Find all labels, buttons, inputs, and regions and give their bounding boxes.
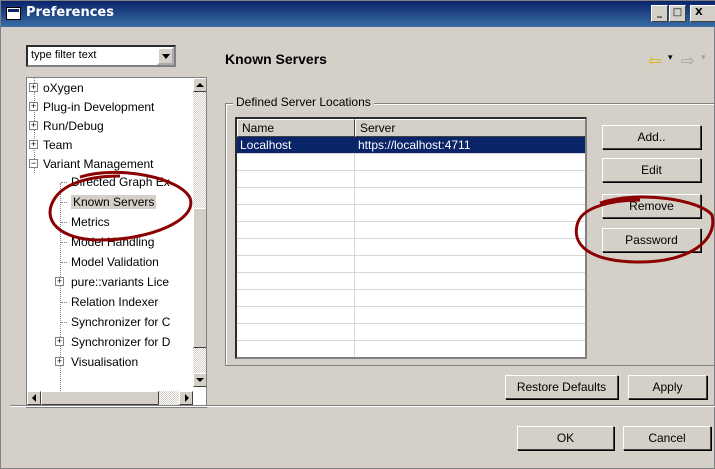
back-arrow-icon[interactable]: ⇦ [648,51,661,70]
tree-item-synchronizer-c[interactable]: Synchronizer for C [71,312,170,332]
page-title: Known Servers [225,51,327,67]
title-bar[interactable]: Preferences _ □ X [1,1,715,27]
table-row-empty [237,273,585,290]
table-row-empty [237,154,585,171]
table-row-empty [237,188,585,205]
ok-button[interactable]: OK [517,426,614,450]
table-row-empty [237,239,585,256]
tree-item-label: Model Validation [71,255,159,269]
forward-dropdown-icon[interactable]: ▾ [701,53,706,63]
servers-table[interactable]: Name Server Localhost https://localhost:… [235,117,587,359]
tree-item-label: Visualisation [71,355,139,369]
add-button[interactable]: Add.. [602,125,701,149]
collapse-icon[interactable]: − [29,159,38,168]
tree-item-label: Relation Indexer [71,295,159,309]
table-row-empty [237,222,585,239]
tree-item-label: Run/Debug [43,119,104,133]
window-title: Preferences [26,5,114,20]
tree-item-label: Known Servers [71,195,157,209]
expand-icon[interactable]: + [29,83,38,92]
expand-icon[interactable]: + [55,357,64,366]
table-row-empty [237,324,585,341]
column-header-server[interactable]: Server [355,119,585,137]
preference-tree[interactable]: + oXygen + Plug-in Development + Run/Deb… [26,77,207,408]
filter-dropdown-button[interactable] [157,47,174,65]
table-row-empty [237,171,585,188]
expand-icon[interactable]: + [55,277,64,286]
tree-item-label: Synchronizer for C [71,315,171,329]
cell-server: https://localhost:4711 [358,138,471,152]
scroll-left-button[interactable] [27,391,41,405]
tree-item-label: Team [43,138,73,152]
cell-name: Localhost [240,138,292,152]
horizontal-scroll-thumb[interactable] [41,391,159,405]
filter-text: type filter text [31,49,97,61]
cancel-button[interactable]: Cancel [623,426,711,450]
window-icon [6,7,21,20]
maximize-button[interactable]: □ [669,5,686,22]
preferences-window: Preferences _ □ X type filter text + oXy… [0,0,715,469]
password-button[interactable]: Password [602,228,701,252]
table-row-empty [237,290,585,307]
tree-item-label: Plug-in Development [43,100,155,114]
vertical-scroll-thumb[interactable] [193,208,206,348]
tree-item-label: Metrics [71,215,110,229]
table-row-empty [237,307,585,324]
tree-item-relation-indexer[interactable]: Relation Indexer [71,292,158,312]
tree-item-label: Synchronizer for D [71,335,171,349]
group-label: Defined Server Locations [233,95,374,109]
table-row[interactable]: Localhost https://localhost:4711 [237,137,585,154]
table-row-empty [237,205,585,222]
tree-item-known-servers[interactable]: Known Servers [71,192,157,212]
expand-icon[interactable]: + [29,121,38,130]
expand-icon[interactable]: + [29,140,38,149]
footer-separator [10,405,715,407]
column-header-name[interactable]: Name [237,119,355,137]
table-row-empty [237,256,585,273]
scroll-down-button[interactable] [193,373,206,387]
forward-arrow-icon[interactable]: ⇨ [681,51,694,70]
tree-item-metrics[interactable]: Metrics [71,212,110,232]
tree-item-label: Model Handling [71,235,155,249]
tree-horizontal-scrollbar[interactable] [27,391,193,405]
apply-button[interactable]: Apply [628,375,707,399]
page-header: Known Servers ⇦ ▾ ⇨ ▾ [208,44,715,74]
minimize-button[interactable]: _ [651,5,668,22]
tree-item-label: oXygen [43,81,84,95]
expand-icon[interactable]: + [29,102,38,111]
restore-defaults-button[interactable]: Restore Defaults [505,375,618,399]
back-dropdown-icon[interactable]: ▾ [668,53,673,63]
scroll-right-button[interactable] [179,391,193,405]
tree-item-label: pure::variants Lice [71,275,170,289]
expand-icon[interactable]: + [55,337,64,346]
tree-vertical-scrollbar[interactable] [193,78,206,387]
tree-item-label: Directed Graph Ex [71,175,170,189]
filter-input[interactable]: type filter text [26,45,176,67]
tree-item-directed-graph[interactable]: Directed Graph Ex [71,172,170,192]
scroll-up-button[interactable] [193,78,206,92]
edit-button[interactable]: Edit [602,158,701,182]
tree-item-model-handling[interactable]: Model Handling [71,232,154,252]
close-button[interactable]: X [690,5,715,22]
tree-item-model-validation[interactable]: Model Validation [71,252,159,272]
tree-item-label: Variant Management [43,157,154,171]
remove-button[interactable]: Remove [602,194,701,218]
